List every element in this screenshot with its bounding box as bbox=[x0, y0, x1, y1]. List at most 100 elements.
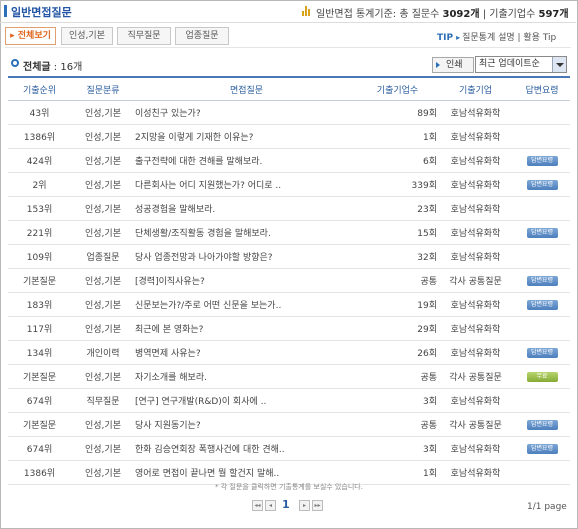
answer-tips-button[interactable]: 답변요령 bbox=[526, 300, 558, 310]
row-question[interactable]: 당사 업종전망과 나아가야할 방향은? bbox=[135, 244, 358, 269]
stats-mid: | 기출기업수 bbox=[482, 9, 536, 20]
table-row[interactable]: 기본질문 인성,기본 [경력]이직사유는? 공통 각사 공통질문 답변요령 bbox=[8, 268, 570, 293]
row-count: 32회 bbox=[358, 244, 437, 269]
current-page[interactable]: 1 bbox=[282, 498, 290, 511]
row-answer-cell bbox=[514, 244, 570, 269]
table-row[interactable]: 117위 인성,기본 최근에 본 영화는? 29회 호남석유화학 bbox=[8, 316, 570, 341]
row-company: 호남석유화학 bbox=[437, 436, 514, 461]
page-info: 1/1 page bbox=[527, 502, 567, 512]
tab-job[interactable]: 직무질문 bbox=[117, 27, 171, 45]
row-count: 공통 bbox=[358, 268, 437, 293]
row-question[interactable]: 2지망을 이렇게 기재한 이유는? bbox=[135, 124, 358, 149]
title-accent-bar bbox=[4, 5, 7, 17]
print-button-label: 인쇄 bbox=[446, 60, 463, 70]
last-page-button[interactable]: ▸▸ bbox=[312, 500, 323, 511]
table-row[interactable]: 1386위 인성,기본 영어로 면접이 끝나면 뭘 할건지 말해.. 1회 호남석유화학 bbox=[8, 460, 570, 485]
table-row[interactable]: 2위 인성,기본 다른회사는 어디 지원했는가? 어디로 .. 339회 호남석유화학 답… bbox=[8, 172, 570, 197]
table-row[interactable]: 기본질문 인성,기본 당사 지원동기는? 공통 각사 공통질문 답변요령 bbox=[8, 412, 570, 437]
row-question[interactable]: 단체생활/조직활동 경험을 말해보라. bbox=[135, 220, 358, 245]
row-question[interactable]: 신문보는가?/주로 어떤 신문을 보는가.. bbox=[135, 292, 358, 317]
circle-bullet-icon bbox=[11, 59, 19, 67]
sort-select-value: 최근 업데이트순 bbox=[479, 59, 540, 69]
play-arrow-icon bbox=[436, 62, 440, 68]
row-rank: 기본질문 bbox=[8, 364, 71, 389]
answer-tips-button[interactable]: 답변요령 bbox=[526, 420, 558, 430]
row-category: 인성,기본 bbox=[71, 436, 135, 461]
table-row[interactable]: 221위 인성,기본 단체생활/조직활동 경험을 말해보라. 15회 호남석유화학 답변요… bbox=[8, 220, 570, 245]
tab-all-label: 전체보기 bbox=[17, 31, 51, 41]
table-row[interactable]: 134위 개인이력 병역면제 사유는? 26회 호남석유화학 답변요령 bbox=[8, 340, 570, 365]
answer-tips-button[interactable]: 답변요령 bbox=[526, 348, 558, 358]
row-company: 호남석유화학 bbox=[437, 124, 514, 149]
row-company: 호남석유화학 bbox=[437, 292, 514, 317]
row-rank: 117위 bbox=[8, 316, 71, 341]
row-rank: 기본질문 bbox=[8, 412, 71, 437]
row-answer-cell: 무료 bbox=[514, 364, 570, 389]
answer-tips-button[interactable]: 답변요령 bbox=[526, 180, 558, 190]
row-question[interactable]: [연구] 연구개발(R&D)이 회사에 .. bbox=[135, 388, 358, 413]
row-question[interactable]: 다른회사는 어디 지원했는가? 어디로 .. bbox=[135, 172, 358, 197]
tip-link[interactable]: TIP ▸ 질문통계 설명 | 활용 Tip bbox=[437, 30, 556, 43]
row-rank: 674위 bbox=[8, 388, 71, 413]
table-row[interactable]: 43위 인성,기본 이성친구 있는가? 89회 호남석유화학 bbox=[8, 100, 570, 125]
row-company: 호남석유화학 bbox=[437, 196, 514, 221]
row-question[interactable]: [경력]이직사유는? bbox=[135, 268, 358, 293]
table-row[interactable]: 109위 업종질문 당사 업종전망과 나아가야할 방향은? 32회 호남석유화학 bbox=[8, 244, 570, 269]
row-category: 인성,기본 bbox=[71, 196, 135, 221]
prev-page-button[interactable]: ◂ bbox=[265, 500, 276, 511]
row-company: 호남석유화학 bbox=[437, 244, 514, 269]
tab-all[interactable]: ▸ 전체보기 bbox=[5, 27, 56, 45]
table-row[interactable]: 674위 직무질문 [연구] 연구개발(R&D)이 회사에 .. 3회 호남석유화학 bbox=[8, 388, 570, 413]
tab-industry[interactable]: 업종질문 bbox=[175, 27, 229, 45]
row-category: 직무질문 bbox=[71, 388, 135, 413]
answer-tips-button[interactable]: 답변요령 bbox=[526, 276, 558, 286]
table-row[interactable]: 153위 인성,기본 성공경험을 말해보라. 23회 호남석유화학 bbox=[8, 196, 570, 221]
row-company: 호남석유화학 bbox=[437, 100, 514, 125]
row-question[interactable]: 영어로 면접이 끝나면 뭘 할건지 말해.. bbox=[135, 460, 358, 485]
questions-table: 기출순위 질문분류 면접질문 기출기업수 기출기업 답변요령 43위 인성,기본 이… bbox=[8, 78, 570, 485]
row-answer-cell: 답변요령 bbox=[514, 268, 570, 293]
chevron-down-icon[interactable] bbox=[552, 57, 566, 72]
answer-tips-button[interactable]: 답변요령 bbox=[526, 156, 558, 166]
table-row[interactable]: 183위 인성,기본 신문보는가?/주로 어떤 신문을 보는가.. 19회 호남석유화학… bbox=[8, 292, 570, 317]
row-rank: 221위 bbox=[8, 220, 71, 245]
row-rank: 674위 bbox=[8, 436, 71, 461]
row-company: 호남석유화학 bbox=[437, 316, 514, 341]
row-company: 호남석유화학 bbox=[437, 388, 514, 413]
row-company: 호남석유화학 bbox=[437, 340, 514, 365]
row-company: 각사 공통질문 bbox=[437, 412, 514, 437]
table-header-row: 기출순위 질문분류 면접질문 기출기업수 기출기업 답변요령 bbox=[8, 78, 570, 101]
row-company: 호남석유화학 bbox=[437, 148, 514, 173]
row-count: 6회 bbox=[358, 148, 437, 173]
answer-tips-button[interactable]: 답변요령 bbox=[526, 444, 558, 454]
table-row[interactable]: 1386위 인성,기본 2지망을 이렇게 기재한 이유는? 1회 호남석유화학 bbox=[8, 124, 570, 149]
row-question[interactable]: 최근에 본 영화는? bbox=[135, 316, 358, 341]
table-row[interactable]: 674위 인성,기본 한화 김승연회장 폭행사건에 대한 견해.. 3회 호남석유화학 답… bbox=[8, 436, 570, 461]
row-question[interactable]: 한화 김승연회장 폭행사건에 대한 견해.. bbox=[135, 436, 358, 461]
row-question[interactable]: 자기소개를 해보라. bbox=[135, 364, 358, 389]
first-page-button[interactable]: ◂◂ bbox=[252, 500, 263, 511]
row-count: 공통 bbox=[358, 412, 437, 437]
answer-tips-button[interactable]: 답변요령 bbox=[526, 228, 558, 238]
row-answer-cell: 답변요령 bbox=[514, 340, 570, 365]
sort-select[interactable]: 최근 업데이트순 bbox=[475, 56, 567, 73]
col-answer: 답변요령 bbox=[514, 78, 570, 101]
row-question[interactable]: 이성친구 있는가? bbox=[135, 100, 358, 125]
tab-personality[interactable]: 인성,기본 bbox=[61, 27, 113, 45]
row-question[interactable]: 병역면제 사유는? bbox=[135, 340, 358, 365]
row-company: 호남석유화학 bbox=[437, 172, 514, 197]
total-questions-count: 3092개 bbox=[442, 9, 480, 20]
row-count: 339회 bbox=[358, 172, 437, 197]
page-title: 일반면접질문 bbox=[11, 6, 72, 19]
row-count: 89회 bbox=[358, 100, 437, 125]
print-button[interactable]: 인쇄 bbox=[432, 57, 474, 73]
answer-tips-button[interactable]: 무료 bbox=[526, 372, 558, 382]
next-page-button[interactable]: ▸ bbox=[299, 500, 310, 511]
row-question[interactable]: 성공경험을 말해보라. bbox=[135, 196, 358, 221]
table-row[interactable]: 424위 인성,기본 출구전략에 대한 견해를 말해보라. 6회 호남석유화학 답변요령 bbox=[8, 148, 570, 173]
row-count: 3회 bbox=[358, 388, 437, 413]
row-question[interactable]: 당사 지원동기는? bbox=[135, 412, 358, 437]
row-question[interactable]: 출구전략에 대한 견해를 말해보라. bbox=[135, 148, 358, 173]
col-company: 기출기업 bbox=[437, 78, 514, 101]
table-row[interactable]: 기본질문 인성,기본 자기소개를 해보라. 공통 각사 공통질문 무료 bbox=[8, 364, 570, 389]
